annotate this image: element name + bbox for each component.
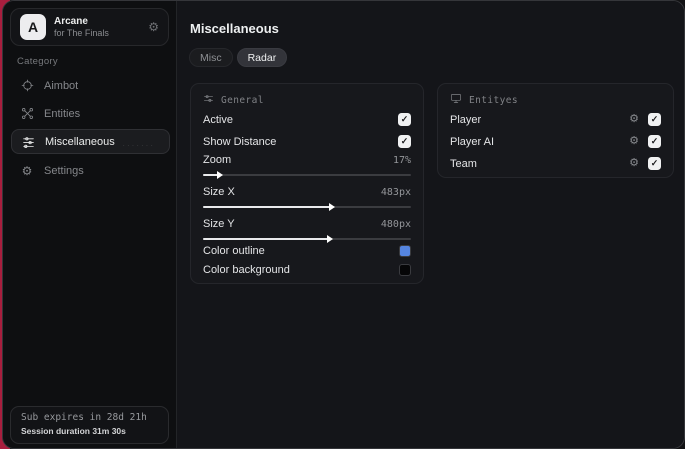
- setting-row-zoom: Zoom 17%: [203, 154, 411, 166]
- setting-label: Size Y: [203, 218, 235, 230]
- app-window: A Arcane for The Finals ⚙ Category Aimbo…: [2, 0, 685, 449]
- slider-thumb[interactable]: [328, 202, 335, 211]
- setting-row-color-background: Color background: [203, 264, 411, 276]
- main-content: Miscellaneous Misc Radar General Active …: [178, 1, 684, 448]
- tab-radar[interactable]: Radar: [236, 48, 288, 67]
- session-duration-text: Session duration 31m 30s: [21, 426, 126, 436]
- tab-bar: Misc Radar: [189, 48, 288, 67]
- show-distance-checkbox[interactable]: ✓: [398, 135, 411, 148]
- entity-label: Player: [450, 113, 482, 126]
- color-background-swatch[interactable]: [399, 264, 411, 276]
- size-x-slider[interactable]: [203, 202, 411, 212]
- player-checkbox[interactable]: ✓: [648, 113, 661, 126]
- sidebar-item-label: Settings: [44, 164, 84, 177]
- gear-icon[interactable]: ⚙: [629, 136, 639, 147]
- sliders-icon: [203, 93, 214, 107]
- entities-panel-title: Entityes: [469, 94, 518, 106]
- slider-thumb[interactable]: [216, 170, 223, 179]
- sidebar-item-label: Entities: [44, 107, 81, 120]
- active-checkbox[interactable]: ✓: [398, 113, 411, 126]
- category-label: Category: [17, 56, 58, 67]
- app-subtitle: for The Finals: [54, 27, 109, 38]
- sidebar-item-aimbot[interactable]: Aimbot: [11, 73, 170, 98]
- sidebar-item-miscellaneous[interactable]: Miscellaneous ·······: [11, 129, 170, 154]
- drag-dots-decoration: ·······: [122, 141, 155, 150]
- slider-track: [203, 174, 411, 176]
- slider-fill: [203, 170, 223, 179]
- setting-row-size-y: Size Y 480px: [203, 218, 411, 230]
- app-name: Arcane: [54, 16, 88, 28]
- entities-icon: [20, 107, 34, 120]
- size-y-slider[interactable]: [203, 234, 411, 244]
- slider-fill: [203, 202, 335, 211]
- entities-panel-header: Entityes: [450, 93, 518, 107]
- entity-label: Player AI: [450, 135, 495, 148]
- setting-label: Zoom: [203, 154, 232, 166]
- app-logo: A: [20, 14, 46, 40]
- setting-label: Size X: [203, 186, 235, 198]
- zoom-slider[interactable]: [203, 170, 411, 180]
- setting-label: Active: [203, 113, 233, 126]
- general-panel-title: General: [221, 94, 264, 106]
- page-title: Miscellaneous: [190, 21, 279, 36]
- size-y-value: 480px: [380, 218, 411, 230]
- tab-misc[interactable]: Misc: [189, 48, 233, 67]
- setting-label: Color outline: [203, 245, 265, 257]
- slider-thumb[interactable]: [326, 234, 333, 243]
- entity-label: Team: [450, 157, 477, 170]
- setting-label: Color background: [203, 264, 290, 276]
- app-card: A Arcane for The Finals ⚙: [10, 8, 169, 46]
- player-ai-checkbox[interactable]: ✓: [648, 135, 661, 148]
- sliders-icon: [21, 135, 35, 148]
- crosshair-icon: [20, 79, 34, 92]
- gear-icon: ⚙: [21, 163, 33, 178]
- monitor-icon: [450, 93, 462, 107]
- sidebar-item-label: Aimbot: [44, 79, 79, 92]
- setting-label: Show Distance: [203, 135, 277, 148]
- slider-fill: [203, 234, 333, 243]
- sidebar-item-settings[interactable]: ⚙ Settings: [11, 158, 170, 183]
- team-checkbox[interactable]: ✓: [648, 157, 661, 170]
- app-meta: Arcane for The Finals: [54, 16, 140, 38]
- size-x-value: 483px: [380, 186, 411, 198]
- entities-panel: Entityes Player ⚙ ✓ Player AI ⚙ ✓ Team ⚙…: [437, 83, 674, 178]
- gear-icon[interactable]: ⚙: [629, 114, 639, 125]
- setting-row-size-x: Size X 483px: [203, 186, 411, 198]
- sidebar-item-entities[interactable]: Entities: [11, 101, 170, 126]
- subscription-card: Sub expires in 28d 21h Session duration …: [10, 406, 169, 444]
- sub-expiry-text: Sub expires in 28d 21h: [21, 412, 147, 423]
- color-outline-swatch[interactable]: [399, 245, 411, 257]
- sidebar-item-label: Miscellaneous: [45, 135, 115, 148]
- entity-row-team: Team ⚙ ✓: [450, 157, 661, 170]
- gear-icon[interactable]: ⚙: [629, 158, 639, 169]
- entity-row-player: Player ⚙ ✓: [450, 113, 661, 126]
- gear-icon[interactable]: ⚙: [148, 20, 159, 34]
- entity-row-player-ai: Player AI ⚙ ✓: [450, 135, 661, 148]
- zoom-value: 17%: [392, 154, 411, 166]
- setting-row-active: Active ✓: [203, 113, 411, 126]
- setting-row-color-outline: Color outline: [203, 245, 411, 257]
- setting-row-show-distance: Show Distance ✓: [203, 135, 411, 148]
- sidebar: A Arcane for The Finals ⚙ Category Aimbo…: [3, 1, 177, 448]
- general-panel-header: General: [203, 93, 264, 107]
- general-panel: General Active ✓ Show Distance ✓ Zoom 17…: [190, 83, 424, 284]
